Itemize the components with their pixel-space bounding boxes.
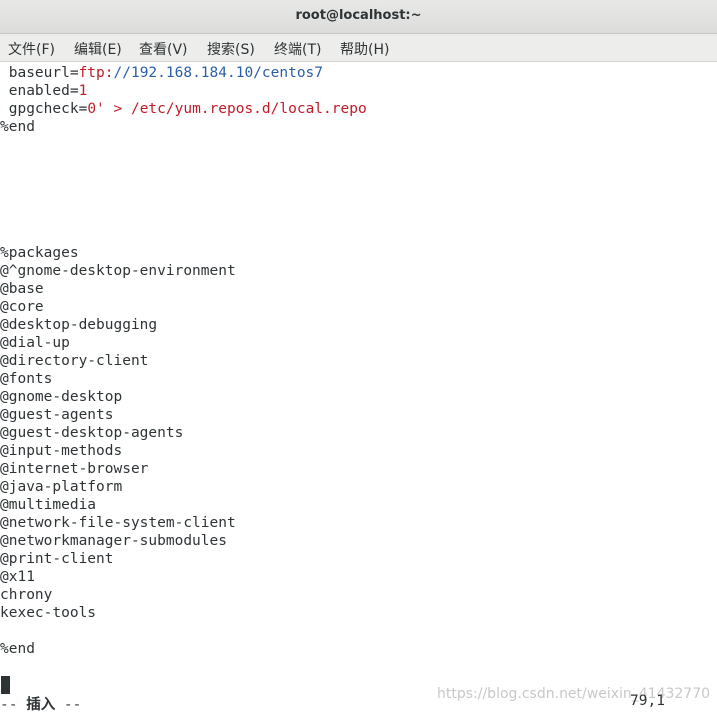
editor-line: @guest-agents [0, 407, 114, 423]
mode-suffix: -- [55, 697, 82, 713]
vim-status-line: -- 插入 -- 79,1 [0, 692, 717, 714]
gpgcheck-key: gpgcheck= [0, 101, 88, 117]
editor-line-baseurl: baseurl=ftp://192.168.184.10/centos7 [0, 64, 323, 82]
editor-line-gpgcheck: gpgcheck=0' > /etc/yum.repos.d/local.rep… [0, 100, 367, 118]
editor-line: @java-platform [0, 479, 123, 495]
gpgcheck-value: 0' [87, 101, 105, 117]
editor-line: @directory-client [0, 353, 149, 369]
baseurl-path: //192.168.184.10/centos7 [113, 65, 324, 81]
menu-bar: 文件(F) 编辑(E) 查看(V) 搜索(S) 终端(T) 帮助(H) [0, 34, 717, 62]
editor-line: chrony [0, 587, 53, 603]
baseurl-key: baseurl= [0, 65, 79, 81]
menu-search[interactable]: 搜索(S) [207, 39, 255, 59]
editor-line: @gnome-desktop [0, 389, 123, 405]
terminal-text-area[interactable]: baseurl=ftp://192.168.184.10/centos7 ena… [0, 62, 717, 690]
editor-line: @networkmanager-submodules [0, 533, 227, 549]
title-bar[interactable]: root@localhost:~ [0, 0, 717, 34]
menu-terminal[interactable]: 终端(T) [274, 39, 321, 59]
editor-line: @print-client [0, 551, 114, 567]
editor-line: @multimedia [0, 497, 97, 513]
enabled-value: 1 [78, 83, 88, 99]
gpgcheck-redirect: > /etc/yum.repos.d/local.repo [104, 101, 367, 117]
editor-line: @base [0, 281, 44, 297]
editor-line: @guest-desktop-agents [0, 425, 184, 441]
terminal-window: root@localhost:~ 文件(F) 编辑(E) 查看(V) 搜索(S)… [0, 0, 717, 714]
enabled-key: enabled= [0, 83, 79, 99]
editor-line: @x11 [0, 569, 35, 585]
window-title: root@localhost:~ [295, 8, 422, 23]
menu-help[interactable]: 帮助(H) [340, 39, 389, 59]
editor-line: @^gnome-desktop-environment [0, 263, 236, 279]
editor-line: @dial-up [0, 335, 70, 351]
menu-edit[interactable]: 编辑(E) [74, 39, 122, 59]
editor-line: %end [0, 119, 35, 135]
insert-mode-indicator: -- 插入 -- [0, 693, 81, 714]
menu-view[interactable]: 查看(V) [139, 39, 188, 59]
editor-line: kexec-tools [0, 605, 97, 621]
editor-line: @network-file-system-client [0, 515, 236, 531]
editor-line-enabled: enabled=1 [0, 82, 88, 100]
menu-file[interactable]: 文件(F) [8, 39, 55, 59]
mode-prefix: -- [0, 697, 27, 713]
baseurl-protocol: ftp: [78, 65, 114, 81]
editor-line: %end [0, 641, 35, 657]
editor-line: @internet-browser [0, 461, 149, 477]
editor-line: @desktop-debugging [0, 317, 158, 333]
editor-line: @input-methods [0, 443, 123, 459]
editor-line: %packages [0, 245, 79, 261]
cursor-position: 79,1 [630, 693, 665, 709]
editor-line: @fonts [0, 371, 53, 387]
mode-label: 插入 [26, 697, 56, 713]
editor-line: @core [0, 299, 44, 315]
